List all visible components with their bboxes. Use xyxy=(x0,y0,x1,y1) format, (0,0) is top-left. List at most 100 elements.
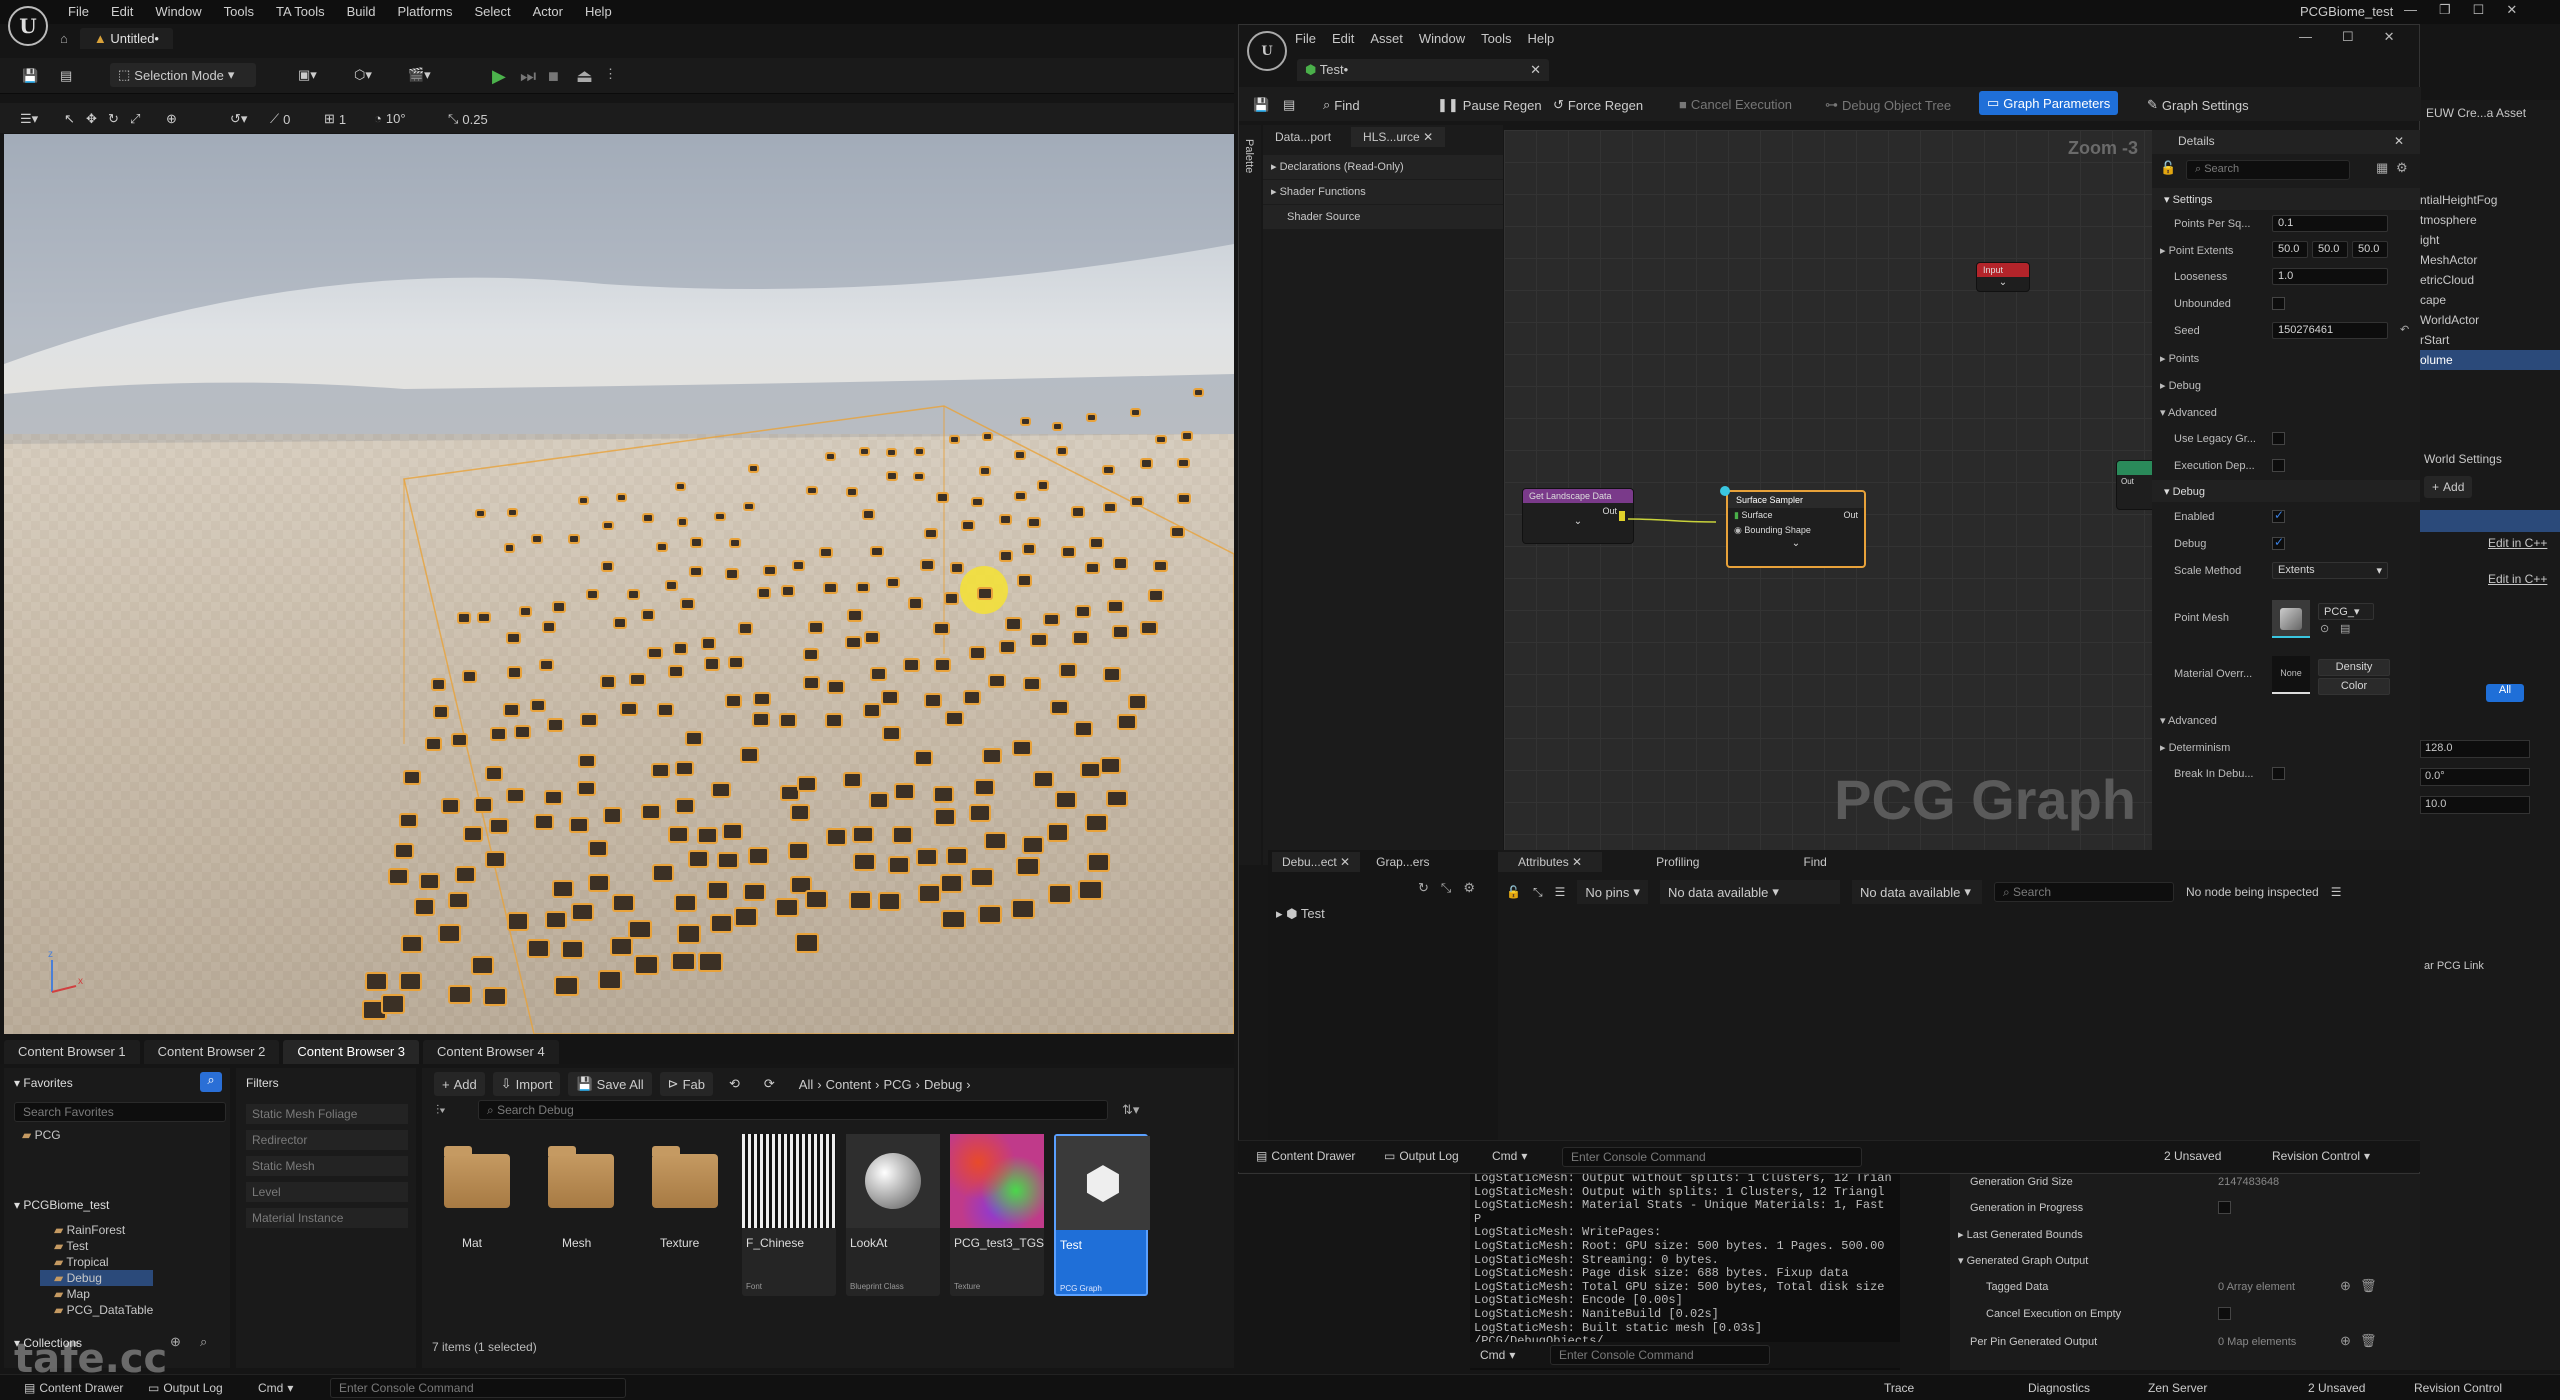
prop-debug-sub[interactable]: ▸ Debug xyxy=(2152,373,2420,397)
lock-icon[interactable]: 🔓 xyxy=(1506,885,1521,899)
tab-hlsl-source[interactable]: HLS...urce ✕ xyxy=(1351,127,1446,147)
outliner-item[interactable]: cape xyxy=(2420,290,2560,310)
pcg-menu-tools[interactable]: Tools xyxy=(1481,31,1511,46)
last-bounds-row[interactable]: ▸ Last Generated Bounds xyxy=(1958,1228,2083,1241)
tab-graph-parameters[interactable]: Grap...ers xyxy=(1366,852,1439,872)
menu-tools[interactable]: Tools xyxy=(216,3,262,20)
close-tab-icon[interactable]: ✕ xyxy=(1530,62,1541,78)
hlsl-section[interactable]: Shader Source xyxy=(1263,205,1503,229)
menu-ta-tools[interactable]: TA Tools xyxy=(268,3,333,20)
tab-debug-object[interactable]: Debu...ect ✕ xyxy=(1272,852,1361,872)
outliner-item[interactable]: WorldActor xyxy=(2420,310,2560,330)
unsaved-button[interactable]: 2 Unsaved xyxy=(2300,1377,2373,1399)
tab-content-browser-4[interactable]: Content Browser 4 xyxy=(423,1040,559,1064)
outliner-item[interactable]: tmosphere xyxy=(2420,210,2560,230)
search-collections-icon[interactable]: ⌕ xyxy=(200,1334,207,1350)
edit-in-cpp-link[interactable]: Edit in C++ xyxy=(2488,536,2547,550)
menu-icon[interactable]: ☰ xyxy=(2331,885,2342,899)
graph-settings-button[interactable]: ✎ Graph Settings xyxy=(2139,93,2257,117)
lock-icon[interactable]: 🔓 xyxy=(2160,160,2176,176)
asset-tile-mat[interactable]: Mat xyxy=(430,1134,524,1296)
favorite-item-pcg[interactable]: ▰ PCG xyxy=(22,1128,61,1142)
cancel-on-empty-checkbox[interactable] xyxy=(2218,1307,2231,1320)
generated-output-row[interactable]: ▾ Generated Graph Output xyxy=(1958,1254,2088,1267)
project-header[interactable]: ▾ PCGBiome_test xyxy=(14,1198,109,1212)
filter-item[interactable]: Material Instance xyxy=(246,1208,408,1228)
scale-tool-icon[interactable]: ⤢ xyxy=(122,107,148,131)
browse-asset-icon[interactable]: ▤ xyxy=(2340,622,2350,635)
unreal-logo-icon[interactable]: U xyxy=(1247,31,1287,71)
prop-advanced[interactable]: ▾ Advanced xyxy=(2152,400,2420,424)
play-icon[interactable]: ▶ xyxy=(484,62,514,91)
asset-tile-texture-pcg[interactable]: PCG_test3_TGS Texture xyxy=(950,1134,1044,1296)
add-component-button[interactable]: + Add xyxy=(2424,476,2473,498)
gear-icon[interactable]: ⚙ xyxy=(2396,160,2408,176)
hlsl-section[interactable]: ▸ Shader Functions xyxy=(1263,180,1503,204)
extent-y-field[interactable]: 50.0 xyxy=(2312,241,2348,258)
mesh-picker-dropdown[interactable]: PCG_▾ xyxy=(2318,603,2374,620)
outliner-item[interactable]: rStart xyxy=(2420,330,2560,350)
favorites-header[interactable]: ▾ Favorites xyxy=(14,1076,73,1090)
unbounded-checkbox[interactable] xyxy=(2272,297,2285,310)
filter-item[interactable]: Static Mesh xyxy=(246,1156,408,1176)
pcg-menu-help[interactable]: Help xyxy=(1527,31,1554,46)
world-local-icon[interactable]: ⊕ xyxy=(158,107,185,131)
section-debug[interactable]: ▾ Debug xyxy=(2152,480,2420,502)
cmd-dropdown[interactable]: Cmd ▾ xyxy=(1472,1344,1523,1366)
zen-server-button[interactable]: Zen Server xyxy=(2140,1377,2215,1399)
surface-snap-icon[interactable]: ↺▾ xyxy=(222,107,255,131)
seed-field[interactable]: 150276461 xyxy=(2272,322,2388,339)
section-settings[interactable]: ▾ Settings xyxy=(2152,188,2420,210)
pcg-graph-canvas[interactable]: Zoom -3 PCG Graph Input ⌄ Get Landscape … xyxy=(1504,130,2156,850)
import-button[interactable]: ⇩ Import xyxy=(492,1072,561,1096)
close-tab-icon[interactable]: ✕ xyxy=(1340,855,1350,869)
pcg-menu-file[interactable]: File xyxy=(1295,31,1316,46)
restore-icon[interactable]: ❐ xyxy=(2439,2,2451,18)
browse-icon[interactable]: ▤ xyxy=(52,64,80,88)
looseness-field[interactable]: 1.0 xyxy=(2272,268,2388,285)
filter-icon[interactable]: ⫶▾ xyxy=(436,1102,446,1118)
tab-content-browser-2[interactable]: Content Browser 2 xyxy=(143,1040,280,1064)
input-pin-icon[interactable]: ◉ xyxy=(1734,525,1744,535)
tab-find[interactable]: Find xyxy=(1753,852,1876,872)
menu-file[interactable]: File xyxy=(60,3,97,20)
color-button[interactable]: Color xyxy=(2318,678,2390,695)
edit-in-cpp-link[interactable]: Edit in C++ xyxy=(2488,572,2547,586)
add-element-icon[interactable]: ⊕ xyxy=(2340,1333,2351,1349)
menu-platforms[interactable]: Platforms xyxy=(390,3,461,20)
surface-sampler-node[interactable]: Surface Sampler ▮ Surface Out ◉ Bounding … xyxy=(1726,490,1866,568)
gear-icon[interactable]: ⚙ xyxy=(1463,880,1475,896)
tree-item-selected[interactable]: ▰ Debug xyxy=(40,1270,154,1286)
points-per-sq-field[interactable]: 0.1 xyxy=(2272,215,2388,232)
fab-button[interactable]: ⊳ Fab xyxy=(659,1072,713,1096)
find-button[interactable]: ⌕ Find xyxy=(1315,93,1368,117)
blueprint-icon[interactable]: ⬡▾ xyxy=(346,63,380,87)
force-regen-button[interactable]: ↺ Force Regen xyxy=(1545,93,1651,117)
diagnostics-button[interactable]: Diagnostics xyxy=(2020,1377,2098,1399)
pcg-console-input[interactable]: Enter Console Command xyxy=(1562,1147,1862,1167)
enabled-checkbox[interactable] xyxy=(2272,508,2285,523)
minimize-icon[interactable]: — xyxy=(2404,2,2417,18)
console-input[interactable]: Enter Console Command xyxy=(1550,1345,1770,1365)
pcg-unsaved-button[interactable]: 2 Unsaved xyxy=(2156,1145,2229,1167)
tab-content-browser-3[interactable]: Content Browser 3 xyxy=(283,1040,420,1064)
tree-item[interactable]: ▰ Map xyxy=(54,1286,153,1302)
breadcrumb-item[interactable]: Content xyxy=(826,1077,872,1092)
search-favorites-input[interactable]: Search Favorites xyxy=(14,1102,226,1122)
menu-edit[interactable]: Edit xyxy=(103,3,141,20)
add-button[interactable]: + Add xyxy=(434,1072,485,1096)
tab-content-browser-1[interactable]: Content Browser 1 xyxy=(4,1040,140,1064)
pcg-tab-test[interactable]: ⬢ Test• ✕ xyxy=(1297,59,1549,81)
tree-item[interactable]: ▰ PCG_DataTable xyxy=(54,1302,153,1318)
tab-profiling[interactable]: Profiling xyxy=(1606,852,1749,872)
history-forward-icon[interactable]: ⟳ xyxy=(756,1072,783,1096)
outliner-item[interactable]: etricCloud xyxy=(2420,270,2560,290)
value-field[interactable]: 0.0° xyxy=(2420,768,2530,786)
prop-advanced-2[interactable]: ▾ Advanced xyxy=(2152,708,2420,732)
breadcrumb-item[interactable]: PCG xyxy=(883,1077,911,1092)
partial-node[interactable]: Out xyxy=(2116,460,2156,510)
data-dropdown-2[interactable]: No data available ▾ xyxy=(1851,880,1982,904)
close-tab-icon[interactable]: ✕ xyxy=(1423,130,1433,144)
viewport-options-icon[interactable]: ☰▾ xyxy=(12,107,46,131)
history-back-icon[interactable]: ⟲ xyxy=(721,1072,748,1096)
